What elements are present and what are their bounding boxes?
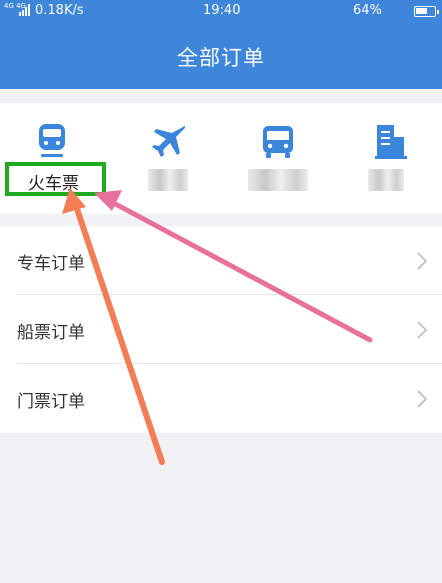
category-train[interactable]: 火车票 xyxy=(0,103,110,214)
list-item-label: 船票订单 xyxy=(17,323,85,343)
clock: 19:40 xyxy=(203,3,241,18)
redacted-label xyxy=(148,169,188,191)
train-icon xyxy=(39,124,65,157)
airplane-icon xyxy=(152,126,186,157)
signal-icon xyxy=(19,4,30,16)
app-header: 4G 4G 0.18K/s 19:40 64% 全部订单 xyxy=(0,0,442,89)
list-item-car-orders[interactable]: 专车订单 xyxy=(0,226,442,295)
list-item-label: 专车订单 xyxy=(17,254,85,274)
category-flight[interactable] xyxy=(110,103,220,214)
category-hotel[interactable] xyxy=(330,103,442,214)
redacted-label xyxy=(248,169,308,191)
bus-icon xyxy=(263,126,293,158)
battery-level xyxy=(416,8,427,14)
page-title: 全部订单 xyxy=(177,46,265,70)
network-speed: 0.18K/s xyxy=(35,3,84,18)
order-list: 专车订单 船票订单 门票订单 xyxy=(0,226,442,433)
chevron-right-icon xyxy=(417,252,428,270)
battery-icon xyxy=(414,6,439,17)
chevron-right-icon xyxy=(417,321,428,339)
status-bar: 4G 4G 0.18K/s 19:40 64% xyxy=(0,0,442,24)
highlight-box xyxy=(5,162,106,196)
list-item-ship-orders[interactable]: 船票订单 xyxy=(0,295,442,364)
hotel-building-icon xyxy=(375,125,407,159)
list-item-ticket-orders[interactable]: 门票订单 xyxy=(0,364,442,433)
battery-percent: 64% xyxy=(353,3,382,18)
category-bar: 火车票 xyxy=(0,103,442,214)
category-bus[interactable] xyxy=(220,103,330,214)
chevron-right-icon xyxy=(417,390,428,408)
redacted-label xyxy=(368,169,404,191)
list-item-label: 门票订单 xyxy=(17,392,85,412)
